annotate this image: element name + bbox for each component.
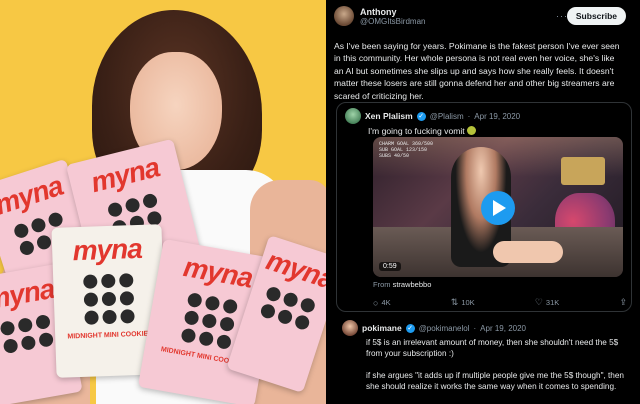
author-handle[interactable]: @OMGItsBirdman [360,17,425,26]
subscribe-button[interactable]: Subscribe [566,7,626,25]
reply-button[interactable]: ○ 4K [373,297,391,308]
cookie-dots [0,313,55,355]
reply-icon: ○ [373,297,379,308]
cookie-dots [180,292,239,350]
separator-dot: · [467,111,471,121]
reply-header: pokimane ✓ @pokimanelol · Apr 19, 2020 [342,320,632,336]
video-player[interactable]: CHARM GOAL 360/500 SUB GOAL 123/150 SUBS… [373,137,623,277]
tweet-header: Anthony @OMGItsBirdman ··· Subscribe [334,4,630,28]
reply-author-handle[interactable]: @pokimanelol [419,324,470,333]
video-source: From strawbebbo [373,280,431,289]
quoted-tweet[interactable]: Xen Plalism ✓ @Plalism · Apr 19, 2020 I'… [336,102,632,312]
quoted-author-handle[interactable]: @Plalism [430,112,464,121]
video-frame-legs [493,241,563,263]
retweet-button[interactable]: ⇅ 10K [451,297,475,308]
bag-brand-label: myna [72,232,143,267]
quoted-text-row: I'm going to fucking vomit [337,124,631,136]
reply-date[interactable]: Apr 19, 2020 [480,324,526,333]
reply-paragraph: if 5$ is an irrelevant amount of money, … [366,338,619,358]
like-button[interactable]: ♡ 31K [535,297,559,308]
bag-brand-label: myna [87,151,163,199]
cookie-dots [83,273,135,325]
retweet-icon: ⇅ [450,297,459,307]
quoted-date[interactable]: Apr 19, 2020 [474,112,520,121]
reply-text: if 5$ is an irrelevant amount of money, … [342,337,632,392]
separator-dot: · [473,323,477,333]
from-label: From [373,280,391,289]
bag-brand-label: myna [0,272,57,316]
play-icon [493,200,506,216]
action-bar: ○ 4K ⇅ 10K ♡ 31K ⇪ [373,297,627,308]
play-button[interactable] [481,191,515,225]
nauseated-emoji-icon [467,126,477,135]
like-count: 31K [545,298,560,307]
promo-photo: myna myna myna myna MIDNIGHT MINI COOKIE… [0,0,326,404]
tweet-text: As I've been saying for years. Pokimane … [334,41,620,101]
reply-count: 4K [381,298,391,307]
avatar[interactable] [334,6,354,26]
heart-icon: ♡ [534,297,543,307]
author-block: Anthony @OMGItsBirdman [360,7,425,26]
avatar[interactable] [345,108,361,124]
reply-tweet[interactable]: pokimane ✓ @pokimanelol · Apr 19, 2020 i… [342,320,632,403]
author-name[interactable]: Anthony [360,7,425,17]
video-duration: 0:59 [379,262,401,271]
video-frame-sign [561,157,605,185]
quoted-text: I'm going to fucking vomit [368,126,465,136]
bag-brand-label: myna [181,251,255,294]
retweet-count: 10K [461,298,475,307]
quoted-author-name[interactable]: Xen Plalism [365,111,413,121]
reply-author-name[interactable]: pokimane [362,323,402,333]
share-button[interactable]: ⇪ [619,297,627,308]
reply-paragraph: if she argues "it adds up if multiple pe… [366,371,624,391]
verified-badge-icon: ✓ [405,323,415,333]
share-icon: ⇪ [619,297,627,307]
stream-overlay-text: CHARM GOAL 360/500 SUB GOAL 123/150 SUBS… [379,141,434,159]
avatar[interactable] [342,320,358,336]
from-source-link[interactable]: strawbebbo [393,280,432,289]
cookie-dots [259,285,317,332]
quoted-header: Xen Plalism ✓ @Plalism · Apr 19, 2020 [337,103,631,124]
verified-badge-icon: ✓ [416,111,426,121]
